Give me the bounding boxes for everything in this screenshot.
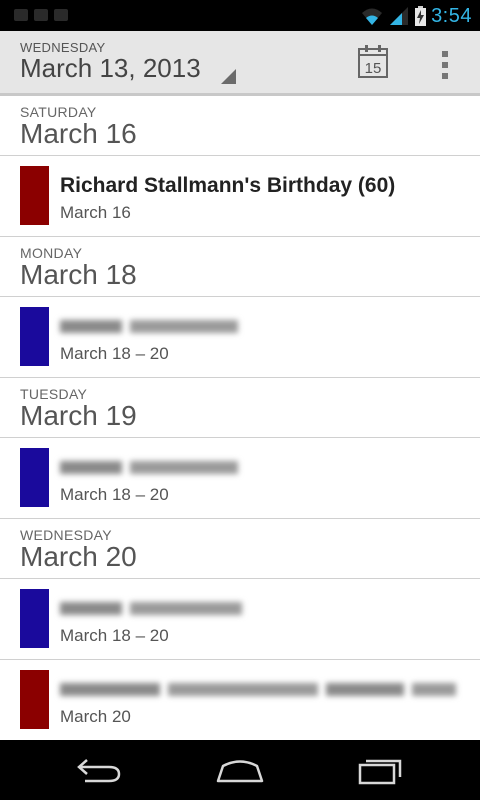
agenda-list[interactable]: SATURDAY March 16 Richard Stallmann's Bi… — [0, 96, 480, 740]
day-date: March 19 — [20, 400, 137, 431]
day-date: March 18 — [20, 259, 137, 290]
date-spinner[interactable]: WEDNESDAY March 13, 2013 — [0, 31, 240, 93]
day-header: MONDAY March 18 — [0, 237, 480, 297]
status-clock: 3:54 — [431, 4, 472, 27]
obscured-event-title — [60, 602, 242, 615]
day-header: SATURDAY March 16 — [0, 96, 480, 156]
event-color-bar — [20, 448, 49, 507]
notification-icon — [14, 9, 28, 21]
event-color-bar — [20, 589, 49, 648]
event-item[interactable]: Richard Stallmann's Birthday (60) March … — [0, 156, 480, 237]
dropdown-indicator-icon — [221, 69, 236, 84]
event-item[interactable]: March 18 – 20 — [0, 579, 480, 660]
event-color-bar — [20, 307, 49, 366]
overflow-dot — [442, 62, 448, 68]
event-title: Richard Stallmann's Birthday (60) — [60, 174, 396, 197]
event-time: March 20 — [60, 707, 131, 726]
event-time: March 18 – 20 — [60, 344, 169, 363]
event-color-bar — [20, 670, 49, 729]
event-time: March 16 — [60, 203, 131, 222]
overflow-dot — [442, 73, 448, 79]
obscured-event-title — [60, 461, 238, 474]
event-item[interactable]: March 18 – 20 — [0, 297, 480, 378]
notification-icon — [54, 9, 68, 21]
wifi-icon — [362, 8, 383, 25]
signal-icon — [390, 7, 409, 25]
day-date: March 16 — [20, 118, 137, 149]
event-item[interactable]: March 18 – 20 — [0, 438, 480, 519]
notification-icons — [14, 9, 68, 21]
obscured-event-title — [60, 683, 456, 696]
day-date: March 20 — [20, 541, 137, 572]
event-time: March 18 – 20 — [60, 626, 169, 645]
day-header: WEDNESDAY March 20 — [0, 519, 480, 579]
current-date: March 13, 2013 — [20, 53, 201, 83]
obscured-event-title — [60, 320, 238, 333]
status-bar: 3:54 — [0, 0, 480, 31]
action-bar: WEDNESDAY March 13, 2013 15 — [0, 31, 480, 96]
home-icon[interactable] — [215, 754, 265, 786]
overflow-dot — [442, 51, 448, 57]
overflow-menu-button[interactable] — [432, 43, 458, 81]
back-icon[interactable] — [75, 754, 125, 786]
calendar-today-icon: 15 — [358, 45, 388, 78]
event-time: March 18 – 20 — [60, 485, 169, 504]
navigation-bar — [0, 740, 480, 800]
today-button[interactable]: 15 — [356, 43, 392, 81]
battery-charging-icon — [415, 6, 427, 26]
recent-apps-icon[interactable] — [355, 754, 405, 786]
event-item[interactable]: March 20 — [0, 660, 480, 740]
notification-icon — [34, 9, 48, 21]
day-header: TUESDAY March 19 — [0, 378, 480, 438]
event-color-bar — [20, 166, 49, 225]
today-icon-number: 15 — [365, 60, 382, 77]
